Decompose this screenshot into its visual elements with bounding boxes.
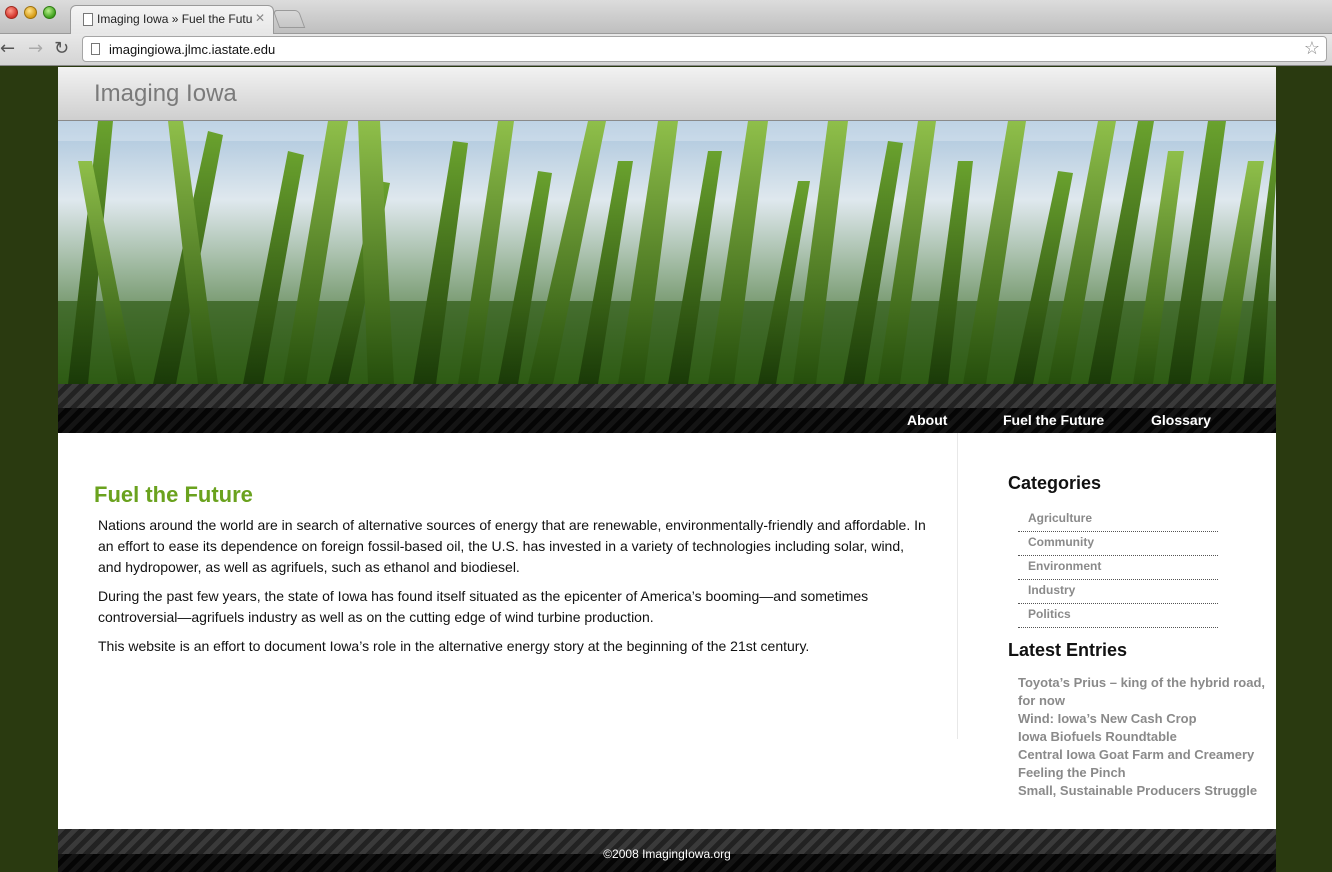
browser-tab[interactable]: Imaging Iowa » Fuel the Futu ✕ [70, 5, 274, 35]
close-window-button[interactable] [5, 6, 18, 19]
post-paragraph: This website is an effort to document Io… [98, 638, 810, 654]
categories-list: Agriculture Community Environment Indust… [1018, 508, 1218, 628]
page-container: Imaging Iowa About Fuel the Future Gloss… [58, 67, 1276, 872]
post-body: Nations around the world are in search o… [98, 515, 928, 665]
document-icon [83, 13, 93, 26]
latest-entries-list: Toyota’s Prius – king of the hybrid road… [1018, 674, 1268, 800]
site-title[interactable]: Imaging Iowa [94, 80, 237, 108]
site-header: Imaging Iowa [58, 67, 1276, 121]
category-link-environment[interactable]: Environment [1018, 556, 1218, 580]
category-link-industry[interactable]: Industry [1018, 580, 1218, 604]
tab-close-icon[interactable]: ✕ [255, 11, 265, 25]
nav-link-glossary[interactable]: Glossary [1151, 412, 1211, 428]
latest-entries-heading: Latest Entries [1008, 640, 1128, 660]
bookmark-star-icon[interactable]: ☆ [1304, 38, 1320, 59]
nav-link-fuel-the-future[interactable]: Fuel the Future [1003, 412, 1104, 428]
latest-entry-link[interactable]: Small, Sustainable Producers Struggle [1018, 782, 1268, 800]
latest-entry-link[interactable]: Wind: Iowa’s New Cash Crop [1018, 710, 1268, 728]
category-link-politics[interactable]: Politics [1018, 604, 1218, 628]
category-link-community[interactable]: Community [1018, 532, 1218, 556]
minimize-window-button[interactable] [24, 6, 37, 19]
grass-banner-image [58, 121, 1276, 384]
latest-entry-link[interactable]: Feeling the Pinch [1018, 764, 1268, 782]
url-text[interactable]: imagingiowa.jlmc.iastate.edu [109, 42, 275, 57]
post-title: Fuel the Future [94, 482, 253, 507]
reload-icon[interactable]: ↻ [54, 38, 69, 59]
forward-arrow-icon[interactable]: → [28, 38, 43, 59]
back-arrow-icon[interactable]: ← [0, 38, 15, 59]
nav-link-about[interactable]: About [907, 412, 947, 428]
categories-heading: Categories [1008, 473, 1102, 493]
post-paragraph: During the past few years, the state of … [98, 588, 869, 625]
category-link-agriculture[interactable]: Agriculture [1018, 508, 1218, 532]
post-paragraph: Nations around the world are in search o… [98, 517, 926, 575]
tab-title: Imaging Iowa » Fuel the Futu [97, 12, 253, 26]
latest-entry-link[interactable]: Iowa Biofuels Roundtable [1018, 728, 1268, 746]
grass-illustration [58, 121, 1276, 384]
latest-entry-link[interactable]: Central Iowa Goat Farm and Creamery [1018, 746, 1268, 764]
address-bar[interactable]: imagingiowa.jlmc.iastate.edu ☆ [82, 36, 1327, 62]
main-column: Fuel the Future Nations around the world… [58, 433, 958, 739]
page-icon [91, 43, 100, 55]
latest-entry-link[interactable]: Toyota’s Prius – king of the hybrid road… [1018, 674, 1268, 710]
footer-copyright: ©2008 ImagingIowa.org [603, 847, 731, 861]
main-nav: About Fuel the Future Glossary [58, 384, 1276, 433]
content-area: Fuel the Future Nations around the world… [58, 433, 1276, 829]
browser-toolbar: ← → ↻ imagingiowa.jlmc.iastate.edu ☆ [0, 34, 1332, 66]
site-footer: ©2008 ImagingIowa.org [58, 829, 1276, 872]
browser-tab-strip: Imaging Iowa » Fuel the Futu ✕ [0, 0, 1332, 35]
zoom-window-button[interactable] [43, 6, 56, 19]
new-tab-button[interactable] [272, 10, 306, 28]
